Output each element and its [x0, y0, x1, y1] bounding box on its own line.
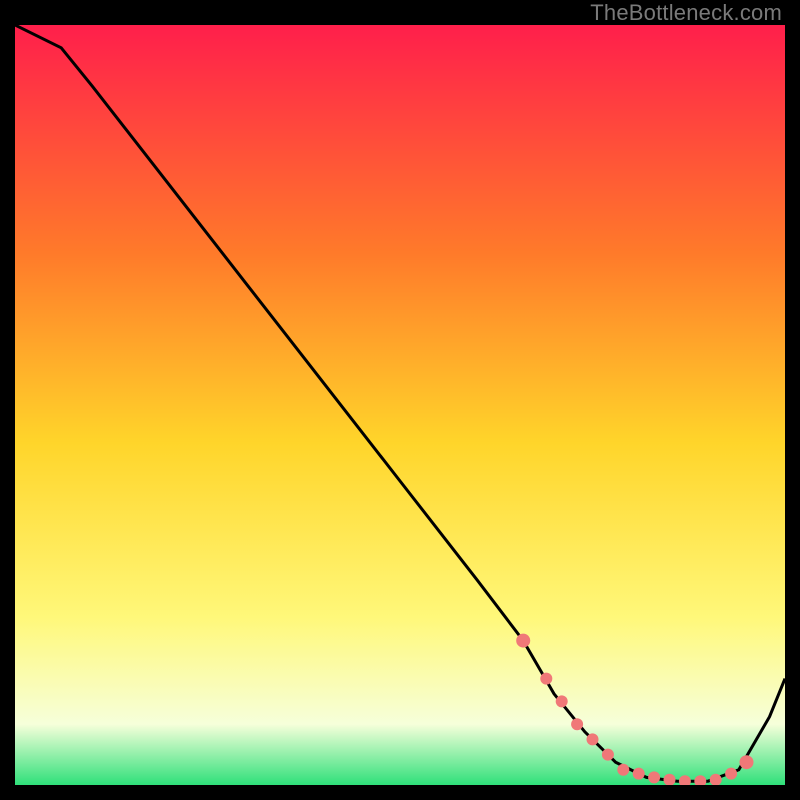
bottleneck-chart	[15, 25, 785, 785]
chart-svg	[15, 25, 785, 785]
marker-point	[648, 771, 660, 783]
marker-point	[587, 733, 599, 745]
marker-point	[556, 695, 568, 707]
gradient-background	[15, 25, 785, 785]
marker-point	[602, 749, 614, 761]
marker-point	[725, 768, 737, 780]
marker-point	[617, 764, 629, 776]
marker-point	[633, 768, 645, 780]
marker-point	[540, 673, 552, 685]
marker-point	[571, 718, 583, 730]
marker-point	[516, 634, 530, 648]
marker-point	[740, 755, 754, 769]
watermark-text: TheBottleneck.com	[590, 0, 782, 26]
